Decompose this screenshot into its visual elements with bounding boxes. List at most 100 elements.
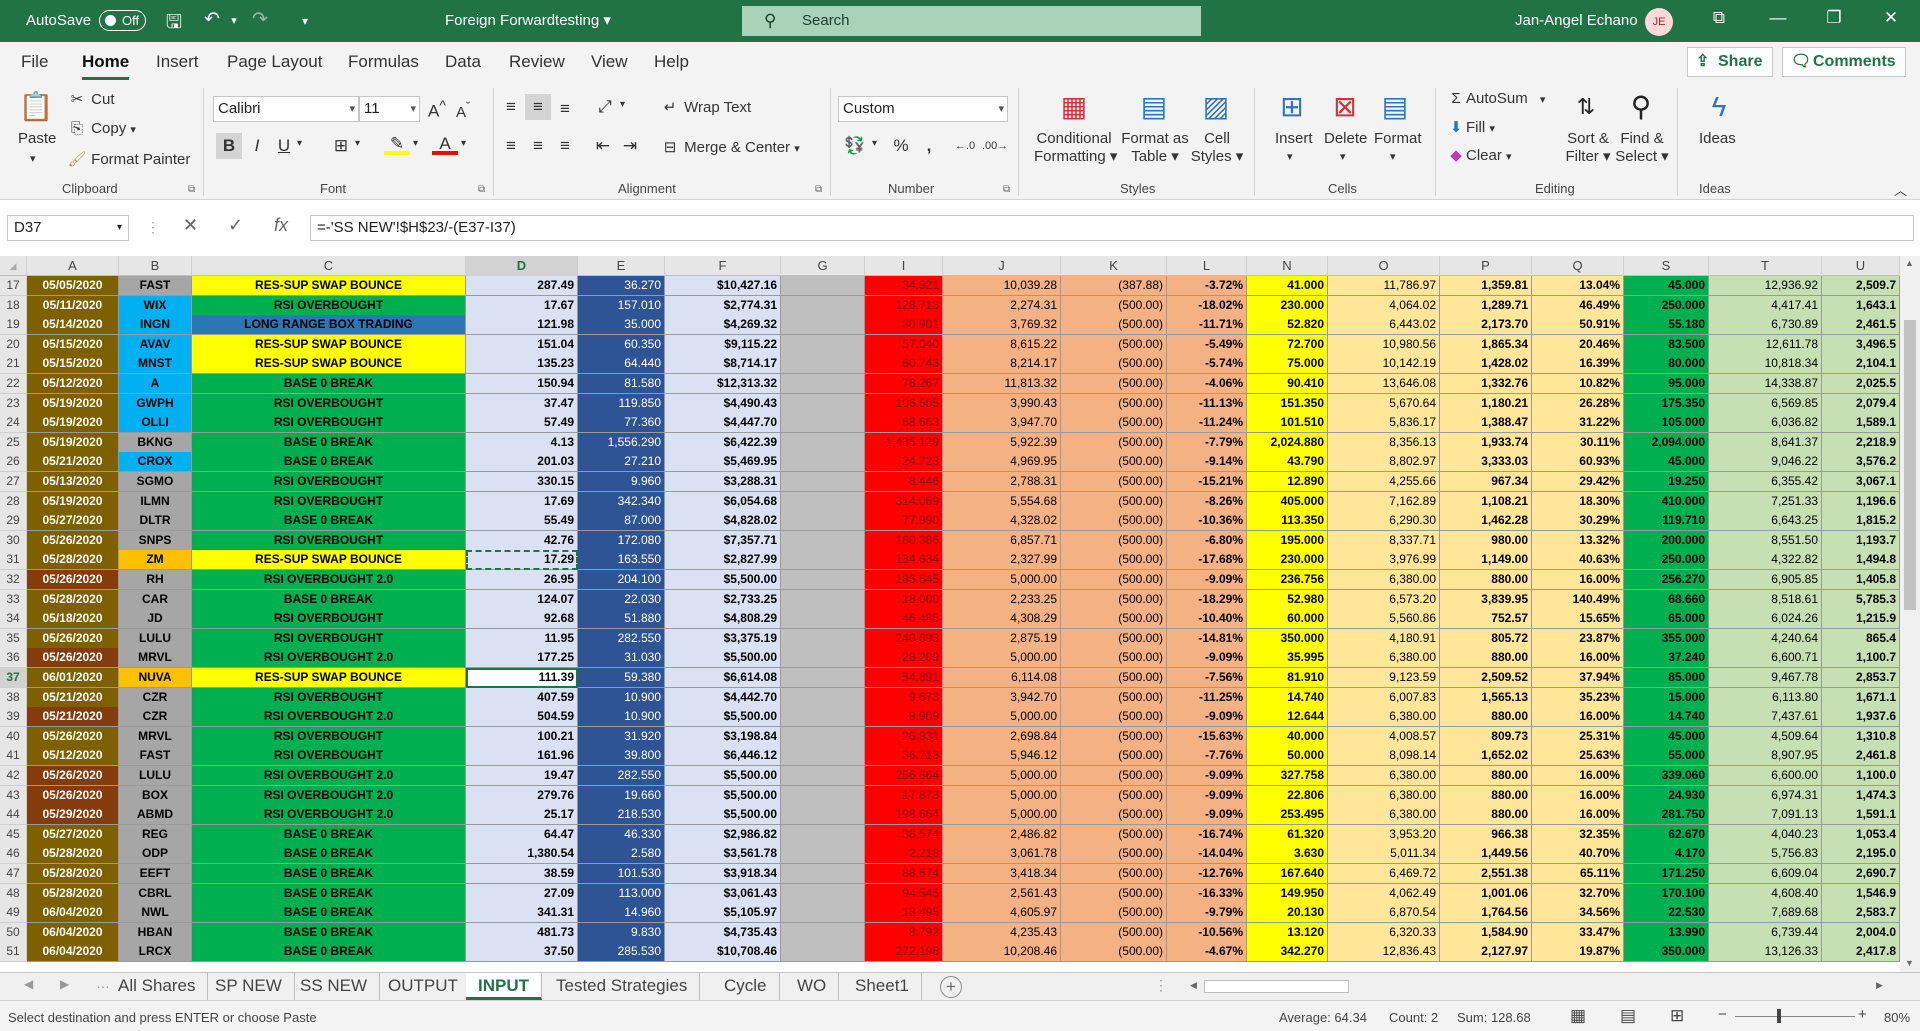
cell-l[interactable]: -5.74% — [1167, 354, 1247, 375]
cell-d[interactable]: 17.67 — [466, 295, 578, 316]
row-header[interactable]: 18 — [0, 295, 27, 316]
enter-icon[interactable]: ✓ — [228, 215, 243, 236]
cell-o[interactable]: 6,443.02 — [1328, 315, 1440, 336]
format-painter-button[interactable]: 🖌 Format Painter — [67, 150, 190, 168]
align-center-icon[interactable]: ≡ — [525, 133, 551, 159]
insert-function-icon[interactable]: fx — [274, 215, 288, 236]
cell-f[interactable]: $5,500.00 — [665, 766, 781, 786]
cell-p[interactable]: 805.72 — [1440, 628, 1532, 649]
cell-a[interactable]: 05/19/2020 — [27, 393, 119, 414]
cell-strategy[interactable]: RSI OVERBOUGHT — [192, 609, 466, 630]
cell-n[interactable]: 12.890 — [1247, 472, 1328, 492]
cell-d[interactable]: 121.98 — [466, 315, 578, 336]
cell-d[interactable]: 135.23 — [466, 354, 578, 375]
cell-n[interactable]: 195.000 — [1247, 530, 1328, 551]
cell-o[interactable]: 4,062.49 — [1328, 883, 1440, 904]
cell-f[interactable]: $6,054.68 — [665, 491, 781, 512]
cell-p[interactable]: 1,428.02 — [1440, 354, 1532, 375]
table-row[interactable]: 32 05/26/2020 RH RSI OVERBOUGHT 2.0 26.95 204… — [0, 570, 1900, 590]
cell-s[interactable]: 175.350 — [1624, 393, 1709, 414]
cell-f[interactable]: $2,827.99 — [665, 550, 781, 571]
row-header[interactable]: 20 — [0, 334, 27, 355]
cell-strategy[interactable]: RSI OVERBOUGHT — [192, 628, 466, 649]
vertical-scrollbar[interactable]: ▲ ▼ — [1900, 256, 1920, 972]
cell-a[interactable]: 05/26/2020 — [27, 766, 119, 786]
autosave-toggle[interactable]: Off — [99, 10, 146, 31]
cell-o[interactable]: 12,836.43 — [1328, 942, 1440, 963]
cell-d[interactable]: 11.95 — [466, 628, 578, 649]
sheet-tab-input[interactable]: INPUT — [466, 973, 542, 1000]
cell-g[interactable] — [781, 315, 865, 336]
column-header-o[interactable]: O — [1328, 256, 1440, 276]
cell-o[interactable]: 6,469.72 — [1328, 864, 1440, 884]
cell-j[interactable]: 4,308.29 — [943, 609, 1061, 630]
increase-decimal-icon[interactable]: ←.0 — [952, 133, 978, 159]
cell-d[interactable]: 151.04 — [466, 334, 578, 355]
cell-f[interactable]: $4,828.02 — [665, 511, 781, 532]
cell-j[interactable]: 5,946.12 — [943, 746, 1061, 767]
cell-l[interactable]: -9.09% — [1167, 805, 1247, 826]
cell-u[interactable]: 2,461.5 — [1822, 315, 1900, 336]
table-row[interactable]: 25 05/19/2020 BKNG BASE 0 BREAK 4.13 1,556.29… — [0, 432, 1900, 453]
scroll-up-icon[interactable]: ▲ — [1905, 258, 1914, 268]
cell-e[interactable]: 285.530 — [578, 942, 665, 963]
cell-i[interactable]: 13.495 — [865, 903, 943, 924]
cell-ticker[interactable]: BOX — [119, 785, 192, 806]
row-header[interactable]: 49 — [0, 903, 27, 924]
cell-g[interactable] — [781, 432, 865, 453]
cell-k[interactable]: (500.00) — [1061, 315, 1167, 336]
cell-f[interactable]: $8,714.17 — [665, 354, 781, 375]
sheet-tab-cycle[interactable]: Cycle — [712, 973, 780, 1000]
cell-j[interactable]: 3,942.70 — [943, 687, 1061, 708]
cell-k[interactable]: (500.00) — [1061, 432, 1167, 453]
cell-s[interactable]: 45.000 — [1624, 726, 1709, 747]
row-header[interactable]: 42 — [0, 766, 27, 786]
cell-g[interactable] — [781, 472, 865, 492]
sheet-tab-ss-new[interactable]: SS NEW — [288, 973, 381, 1000]
zoom-slider-track[interactable] — [1735, 1016, 1855, 1017]
cell-a[interactable]: 05/26/2020 — [27, 648, 119, 669]
row-header[interactable]: 27 — [0, 472, 27, 492]
cell-d[interactable]: 481.73 — [466, 922, 578, 943]
font-name-combo[interactable]: Calibri ▾ — [213, 96, 359, 122]
table-row[interactable]: 38 05/21/2020 CZR RSI OVERBOUGHT 407.59 10.90… — [0, 687, 1900, 708]
cell-p[interactable]: 3,839.95 — [1440, 589, 1532, 610]
cell-d[interactable]: 25.17 — [466, 805, 578, 826]
cell-s[interactable]: 2,094.000 — [1624, 432, 1709, 453]
cell-q[interactable]: 34.56% — [1532, 903, 1624, 924]
tab-home[interactable]: Home — [82, 52, 130, 80]
cell-t[interactable]: 4,509.64 — [1709, 726, 1822, 747]
wrap-text-button[interactable]: ↵ Wrap Text — [660, 98, 751, 116]
cell-k[interactable]: (500.00) — [1061, 511, 1167, 532]
cell-q[interactable]: 33.47% — [1532, 922, 1624, 943]
cell-i[interactable]: 134.634 — [865, 550, 943, 571]
cell-t[interactable]: 9,046.22 — [1709, 452, 1822, 473]
tab-view[interactable]: View — [591, 52, 628, 72]
sort-filter-icon[interactable]: ⇅ — [1567, 88, 1605, 126]
cell-e[interactable]: 119.850 — [578, 393, 665, 414]
cell-ticker[interactable]: SNPS — [119, 530, 192, 551]
cell-n[interactable]: 90.410 — [1247, 374, 1328, 394]
paste-dropdown-icon[interactable]: ▾ — [30, 152, 36, 165]
cell-u[interactable]: 3,496.5 — [1822, 334, 1900, 355]
restore-icon[interactable]: ❐ — [1819, 8, 1849, 28]
cell-ticker[interactable]: FAST — [119, 276, 192, 296]
cell-ticker[interactable]: GWPH — [119, 393, 192, 414]
cell-o[interactable]: 5,560.86 — [1328, 609, 1440, 630]
cell-u[interactable]: 1,815.2 — [1822, 511, 1900, 532]
cell-o[interactable]: 8,337.71 — [1328, 530, 1440, 551]
decrease-indent-icon[interactable]: ⇤ — [590, 133, 616, 159]
cell-p[interactable]: 880.00 — [1440, 648, 1532, 669]
cell-g[interactable] — [781, 570, 865, 590]
paste-button[interactable]: Paste — [18, 130, 56, 147]
tab-formulas[interactable]: Formulas — [348, 52, 419, 72]
cell-k[interactable]: (500.00) — [1061, 334, 1167, 355]
cell-p[interactable]: 1,149.00 — [1440, 550, 1532, 571]
cell-l[interactable]: -14.04% — [1167, 844, 1247, 865]
cell-ticker[interactable]: OLLI — [119, 413, 192, 434]
cell-l[interactable]: -15.21% — [1167, 472, 1247, 492]
table-row[interactable]: 39 05/21/2020 CZR RSI OVERBOUGHT 2.0 504.59 1… — [0, 707, 1900, 728]
cell-u[interactable]: 1,494.8 — [1822, 550, 1900, 571]
cell-n[interactable]: 75.000 — [1247, 354, 1328, 375]
highlight-dropdown-icon[interactable]: ▾ — [413, 138, 418, 149]
